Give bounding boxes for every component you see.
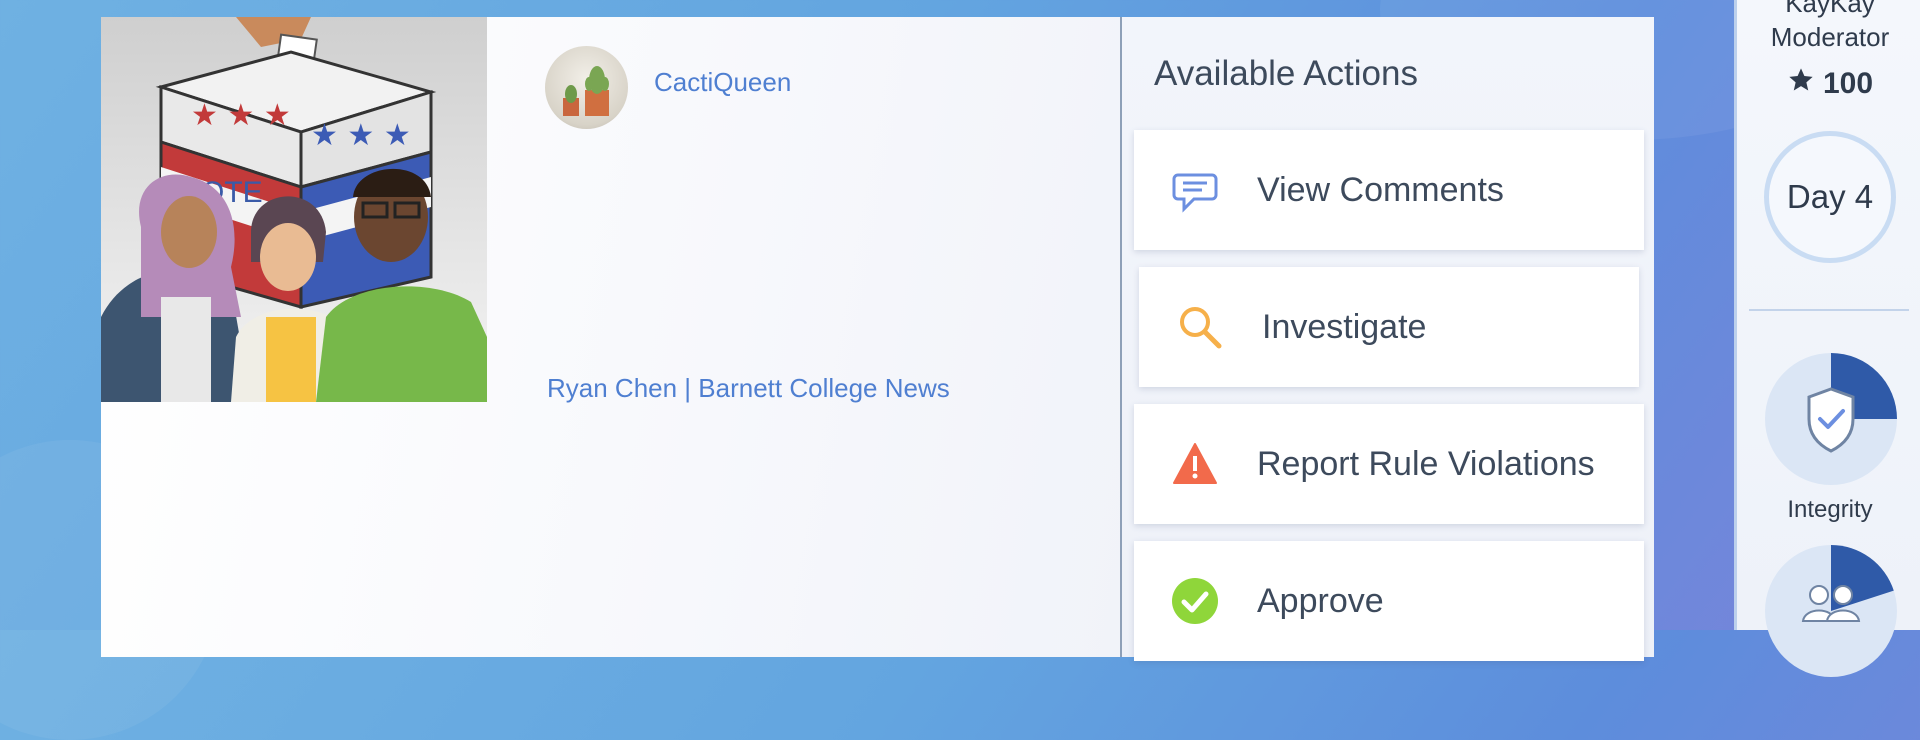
approve-button[interactable]: Approve <box>1134 541 1644 661</box>
post-image: VOTE ★ ★ ★ ★ ★ ★ <box>101 17 487 402</box>
speech-bubble-icon <box>1169 164 1221 216</box>
action-label: Investigate <box>1262 307 1427 346</box>
magnifier-icon <box>1174 301 1226 353</box>
star-icon <box>1787 66 1815 102</box>
report-rule-violations-button[interactable]: Report Rule Violations <box>1134 404 1644 524</box>
author-name[interactable]: CactiQueen <box>654 67 791 98</box>
integrity-label: Integrity <box>1787 496 1873 523</box>
day-label: Day 4 <box>1786 178 1874 215</box>
score-value: 100 <box>1822 67 1874 100</box>
player-sidebar: KayKay Moderator 100 Day 4 Integrity <box>1734 0 1920 677</box>
author-avatar[interactable] <box>545 46 628 129</box>
article-byline[interactable]: Ryan Chen | Barnett College News <box>547 373 950 404</box>
actions-title: Available Actions <box>1154 54 1418 93</box>
svg-text:★ ★ ★: ★ ★ ★ <box>311 118 411 153</box>
svg-text:★ ★ ★: ★ ★ ★ <box>191 98 291 133</box>
player-role: Moderator <box>1770 22 1890 52</box>
day-indicator: Day 4 <box>1764 131 1896 263</box>
action-label: View Comments <box>1257 170 1504 209</box>
integrity-meter[interactable] <box>1765 353 1897 485</box>
warning-icon <box>1169 438 1221 490</box>
action-label: Approve <box>1257 581 1384 620</box>
community-meter[interactable] <box>1765 545 1897 677</box>
divider <box>1749 309 1909 311</box>
actions-panel: Available Actions View Comments Investig… <box>1120 17 1654 661</box>
checkmark-icon <box>1169 575 1221 627</box>
action-label: Report Rule Violations <box>1257 444 1595 483</box>
view-comments-button[interactable]: View Comments <box>1134 130 1644 250</box>
post-card: VOTE ★ ★ ★ ★ ★ ★ CactiQueen Ryan Chen | … <box>101 17 1121 657</box>
player-name: KayKay <box>1785 0 1875 18</box>
score: 100 <box>1737 66 1920 102</box>
investigate-button[interactable]: Investigate <box>1139 267 1639 387</box>
